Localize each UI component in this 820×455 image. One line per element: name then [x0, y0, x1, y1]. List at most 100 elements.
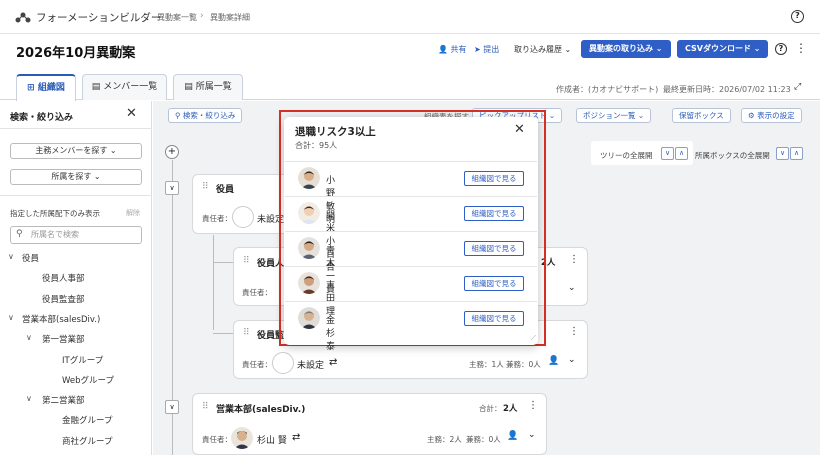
view-in-org-chart-button[interactable]: 組織図で見る	[464, 276, 524, 291]
tree-item-label: 役員	[22, 254, 40, 264]
tree-item[interactable]: 役員人事部	[0, 272, 152, 286]
table-icon: ▤	[91, 82, 101, 92]
chevron-down-icon[interactable]: ⌄	[528, 430, 536, 440]
person-male-avatar-icon	[231, 427, 253, 449]
drag-handle-icon[interactable]: ⠿	[202, 402, 209, 412]
display-settings-button[interactable]: ⚙ 表示の設定	[741, 108, 802, 123]
tree-item-label: ITグループ	[62, 355, 104, 366]
collapse-caret-icon[interactable]: ∨	[165, 400, 179, 414]
tab-member-list[interactable]: ▤ メンバー一覧	[82, 74, 167, 100]
chevron-down-icon[interactable]: ∨	[26, 394, 32, 403]
org-chart-icon: ⊞	[27, 83, 35, 93]
close-icon[interactable]: ✕	[126, 106, 137, 121]
share-label: 共有	[450, 45, 467, 54]
collapse-caret-icon[interactable]: ∨	[165, 181, 179, 195]
more-options-icon[interactable]: ⋮	[528, 400, 538, 411]
view-in-org-chart-button[interactable]: 組織図で見る	[464, 206, 524, 221]
find-department-button[interactable]: 所属を探す ⌄	[10, 169, 142, 185]
chevron-right-icon: ›	[200, 11, 204, 21]
view-in-org-chart-button[interactable]: 組織図で見る	[464, 311, 524, 326]
add-person-icon[interactable]: 👤	[507, 431, 518, 441]
position-list-label: ポジション一覧	[583, 111, 636, 120]
submit-label: 提出	[483, 45, 500, 54]
tree-item[interactable]: 金融グループ	[0, 414, 152, 428]
add-node-icon[interactable]: +	[165, 145, 179, 159]
chevron-down-icon[interactable]: ∨	[26, 333, 32, 342]
chevron-down-icon[interactable]: ∨	[8, 313, 14, 322]
more-options-icon[interactable]: ⋮	[795, 41, 807, 55]
person-name: 金杉 泰	[326, 316, 336, 352]
tree-line	[213, 262, 233, 263]
divider	[0, 128, 152, 129]
search-filter-button[interactable]: ⚲ 検索・絞り込み	[168, 108, 243, 123]
drag-handle-icon[interactable]: ⠿	[243, 256, 250, 266]
expand-up-icon[interactable]: ∧	[790, 147, 803, 160]
divider	[0, 195, 152, 196]
table-icon: ▤	[184, 82, 193, 92]
popup-total: 合計：95人	[295, 141, 338, 150]
collapse-icon[interactable]: ∨	[661, 147, 674, 160]
hold-box-button[interactable]: 保留ボックス	[672, 108, 731, 123]
close-icon[interactable]: ✕	[514, 122, 525, 137]
swap-icon[interactable]: ⇄	[329, 357, 337, 368]
tree-item[interactable]: 役員監査部	[0, 293, 152, 307]
people-icon: 👤	[438, 45, 448, 54]
view-in-org-chart-button[interactable]: 組織図で見る	[464, 171, 524, 186]
expand-up-icon[interactable]: ∧	[675, 147, 688, 160]
send-icon: ➤	[474, 45, 481, 54]
department-search-input[interactable]: 所属名で検索	[10, 226, 142, 244]
breadcrumb-transfer-detail: 異動案詳細	[210, 13, 250, 22]
share-button[interactable]: 👤 共有	[438, 44, 467, 55]
breadcrumb-transfer-list[interactable]: 異動案一覧	[157, 12, 197, 23]
tab-label: メンバー一覧	[103, 82, 158, 92]
more-options-icon[interactable]: ⋮	[569, 326, 579, 337]
tree-item[interactable]: 商社グループ	[0, 435, 152, 449]
last-updated: 最終更新日時：2026/07/02 11:23	[663, 85, 791, 94]
person-male-avatar-icon	[298, 167, 320, 189]
help-icon[interactable]: ?	[791, 10, 804, 23]
import-transfer-button[interactable]: 異動案の取り込み ⌄	[581, 40, 671, 58]
csv-download-button[interactable]: CSVダウンロード ⌄	[677, 40, 769, 58]
tree-item-label: Webグループ	[62, 375, 115, 386]
chevron-down-icon[interactable]: ⌄	[568, 283, 576, 293]
tree-item[interactable]: ∨ 第一営業部	[0, 333, 152, 347]
import-transfer-label: 異動案の取り込み	[589, 44, 653, 53]
tab-org-chart[interactable]: ⊞ 組織図	[16, 74, 76, 101]
resize-handle-icon[interactable]: ⟋	[531, 334, 536, 343]
drag-handle-icon[interactable]: ⠿	[243, 328, 250, 338]
owner-label: 責任者：	[242, 288, 272, 297]
clear-link[interactable]: 解除	[126, 208, 140, 218]
page-title: 2026年10月異動案	[16, 46, 136, 61]
tab-label: 所属一覧	[195, 82, 232, 92]
import-history-dropdown[interactable]: 取り込み履歴 ⌄	[514, 44, 571, 55]
tab-department-list[interactable]: ▤ 所属一覧	[173, 74, 243, 100]
display-settings-label: 表示の設定	[757, 111, 795, 120]
edit-pencil-icon[interactable]: ✎	[120, 43, 129, 56]
expand-icon[interactable]: ⤢	[794, 82, 801, 92]
owner-label: 責任者：	[242, 360, 272, 369]
tree-item[interactable]: ∨ 役員	[0, 252, 152, 266]
tree-item[interactable]: ∨ 第二営業部	[0, 394, 152, 408]
tree-item[interactable]: ∨ 営業本部(salesDiv.)	[0, 313, 152, 327]
popup-title: 退職リスク3以上	[295, 126, 376, 138]
more-options-icon[interactable]: ⋮	[569, 254, 579, 265]
owner-label: 責任者：	[202, 435, 232, 444]
tree-item[interactable]: ITグループ	[0, 354, 152, 368]
chevron-down-icon[interactable]: ∨	[8, 252, 14, 261]
help-icon[interactable]: ?	[775, 43, 787, 55]
drag-handle-icon[interactable]: ⠿	[202, 182, 209, 192]
position-list-dropdown[interactable]: ポジション一覧 ⌄	[576, 108, 652, 123]
concurrent-count: 兼務：0人	[466, 435, 501, 444]
submit-button[interactable]: ➤ 提出	[474, 44, 499, 55]
add-person-icon[interactable]: 👤	[548, 356, 559, 366]
search-icon: ⚲	[16, 229, 23, 239]
tree-line	[213, 235, 214, 330]
app-logo-icon	[15, 12, 31, 23]
chevron-down-icon[interactable]: ⌄	[568, 355, 576, 365]
view-in-org-chart-button[interactable]: 組織図で見る	[464, 241, 524, 256]
tree-item[interactable]: Webグループ	[0, 374, 152, 388]
swap-icon[interactable]: ⇄	[292, 432, 300, 443]
collapse-icon[interactable]: ∨	[776, 147, 789, 160]
find-main-member-button[interactable]: 主務メンバーを探す ⌄	[10, 143, 142, 159]
csv-download-label: CSVダウンロード	[685, 44, 751, 53]
